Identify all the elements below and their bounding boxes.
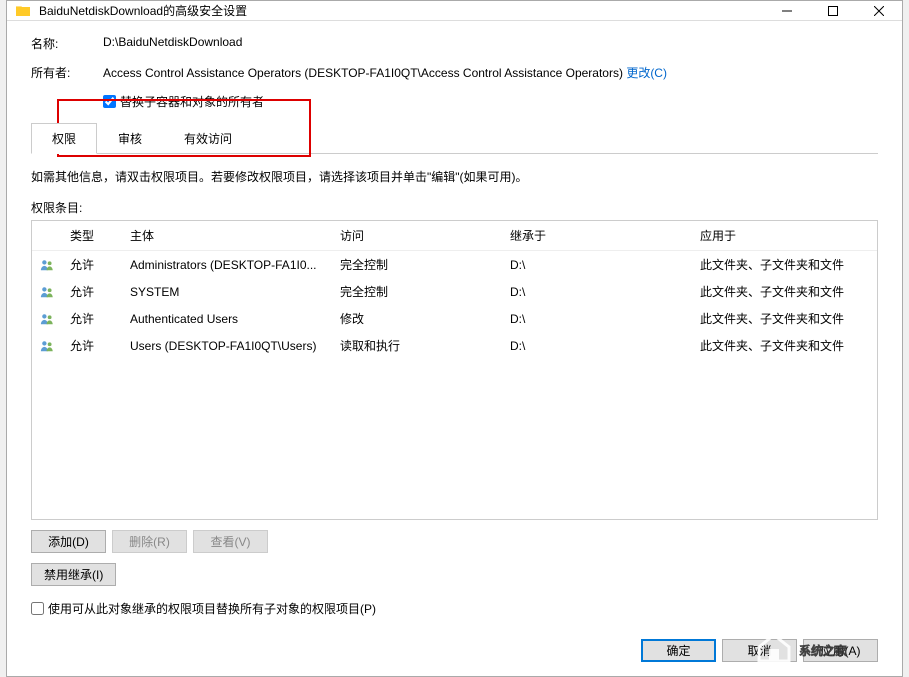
- window-controls: [764, 1, 902, 20]
- tab-permissions[interactable]: 权限: [31, 123, 97, 154]
- disable-inheritance-button[interactable]: 禁用继承(I): [31, 563, 116, 586]
- row-principal: SYSTEM: [122, 283, 332, 301]
- row-inherited: D:\: [502, 256, 692, 274]
- table-body: 允许Administrators (DESKTOP-FA1I0...完全控制D:…: [32, 251, 877, 359]
- header-blank: [32, 221, 62, 250]
- remove-button: 删除(R): [112, 530, 187, 553]
- row-type: 允许: [62, 281, 122, 302]
- replace-owner-row: 替换子容器和对象的所有者: [103, 93, 878, 110]
- owner-text: Access Control Assistance Operators (DES…: [103, 66, 623, 80]
- row-access: 完全控制: [332, 281, 502, 302]
- header-principal[interactable]: 主体: [122, 221, 332, 250]
- ok-button[interactable]: 确定: [641, 639, 716, 662]
- users-icon: [40, 284, 54, 300]
- row-type: 允许: [62, 308, 122, 329]
- minimize-icon: [782, 6, 792, 16]
- header-applies[interactable]: 应用于: [692, 221, 877, 250]
- row-applies: 此文件夹、子文件夹和文件: [692, 308, 877, 329]
- replace-owner-label: 替换子容器和对象的所有者: [120, 93, 264, 110]
- row-principal: Administrators (DESKTOP-FA1I0...: [122, 256, 332, 274]
- close-button[interactable]: [856, 1, 902, 20]
- row-type: 允许: [62, 254, 122, 275]
- row-inherited: D:\: [502, 310, 692, 328]
- row-applies: 此文件夹、子文件夹和文件: [692, 281, 877, 302]
- add-button[interactable]: 添加(D): [31, 530, 106, 553]
- permission-buttons: 添加(D) 删除(R) 查看(V): [31, 530, 878, 553]
- name-label: 名称:: [31, 35, 103, 52]
- table-row[interactable]: 允许Administrators (DESKTOP-FA1I0...完全控制D:…: [32, 251, 877, 278]
- maximize-icon: [828, 6, 838, 16]
- header-access[interactable]: 访问: [332, 221, 502, 250]
- titlebar: BaiduNetdiskDownload的高级安全设置: [7, 1, 902, 21]
- replace-all-checkbox[interactable]: [31, 602, 44, 615]
- owner-row: 所有者: Access Control Assistance Operators…: [31, 64, 878, 81]
- tab-auditing[interactable]: 审核: [97, 123, 163, 154]
- description-text: 如需其他信息，请双击权限项目。若要修改权限项目，请选择该项目并单击"编辑"(如果…: [31, 168, 878, 185]
- row-inherited: D:\: [502, 337, 692, 355]
- inherit-buttons: 禁用继承(I): [31, 563, 878, 586]
- users-icon: [40, 257, 54, 273]
- tabs: 权限 审核 有效访问: [31, 122, 878, 154]
- users-icon: [40, 338, 54, 354]
- table-row[interactable]: 允许SYSTEM完全控制D:\此文件夹、子文件夹和文件: [32, 278, 877, 305]
- table-row[interactable]: 允许Authenticated Users修改D:\此文件夹、子文件夹和文件: [32, 305, 877, 332]
- row-applies: 此文件夹、子文件夹和文件: [692, 254, 877, 275]
- minimize-button[interactable]: [764, 1, 810, 20]
- owner-value: Access Control Assistance Operators (DES…: [103, 64, 667, 81]
- content-area: 名称: D:\BaiduNetdiskDownload 所有者: Access …: [7, 21, 902, 676]
- row-access: 读取和执行: [332, 335, 502, 356]
- name-row: 名称: D:\BaiduNetdiskDownload: [31, 35, 878, 52]
- cancel-button[interactable]: 取消: [722, 639, 797, 662]
- owner-label: 所有者:: [31, 64, 103, 81]
- header-type[interactable]: 类型: [62, 221, 122, 250]
- table-header: 类型 主体 访问 继承于 应用于: [32, 221, 877, 251]
- name-value: D:\BaiduNetdiskDownload: [103, 35, 242, 52]
- replace-owner-checkbox[interactable]: [103, 95, 116, 108]
- replace-all-label: 使用可从此对象继承的权限项目替换所有子对象的权限项目(P): [48, 600, 376, 617]
- maximize-button[interactable]: [810, 1, 856, 20]
- row-inherited: D:\: [502, 283, 692, 301]
- tab-effective-access[interactable]: 有效访问: [163, 123, 253, 154]
- dialog-footer: 确定 取消 应用(A): [31, 617, 878, 662]
- row-type: 允许: [62, 335, 122, 356]
- close-icon: [874, 6, 884, 16]
- row-principal: Authenticated Users: [122, 310, 332, 328]
- window-title: BaiduNetdiskDownload的高级安全设置: [39, 2, 764, 19]
- row-access: 完全控制: [332, 254, 502, 275]
- row-applies: 此文件夹、子文件夹和文件: [692, 335, 877, 356]
- header-inherited[interactable]: 继承于: [502, 221, 692, 250]
- permissions-table: 类型 主体 访问 继承于 应用于 允许Administrators (DESKT…: [31, 220, 878, 520]
- folder-icon: [15, 3, 31, 19]
- view-button: 查看(V): [193, 530, 268, 553]
- row-principal: Users (DESKTOP-FA1I0QT\Users): [122, 337, 332, 355]
- row-access: 修改: [332, 308, 502, 329]
- change-owner-link[interactable]: 更改(C): [626, 66, 667, 80]
- security-settings-window: BaiduNetdiskDownload的高级安全设置 名称: D:\Baidu…: [6, 0, 903, 677]
- apply-button[interactable]: 应用(A): [803, 639, 878, 662]
- perm-entries-label: 权限条目:: [31, 199, 878, 216]
- users-icon: [40, 311, 54, 327]
- table-row[interactable]: 允许Users (DESKTOP-FA1I0QT\Users)读取和执行D:\此…: [32, 332, 877, 359]
- replace-all-row: 使用可从此对象继承的权限项目替换所有子对象的权限项目(P): [31, 600, 878, 617]
